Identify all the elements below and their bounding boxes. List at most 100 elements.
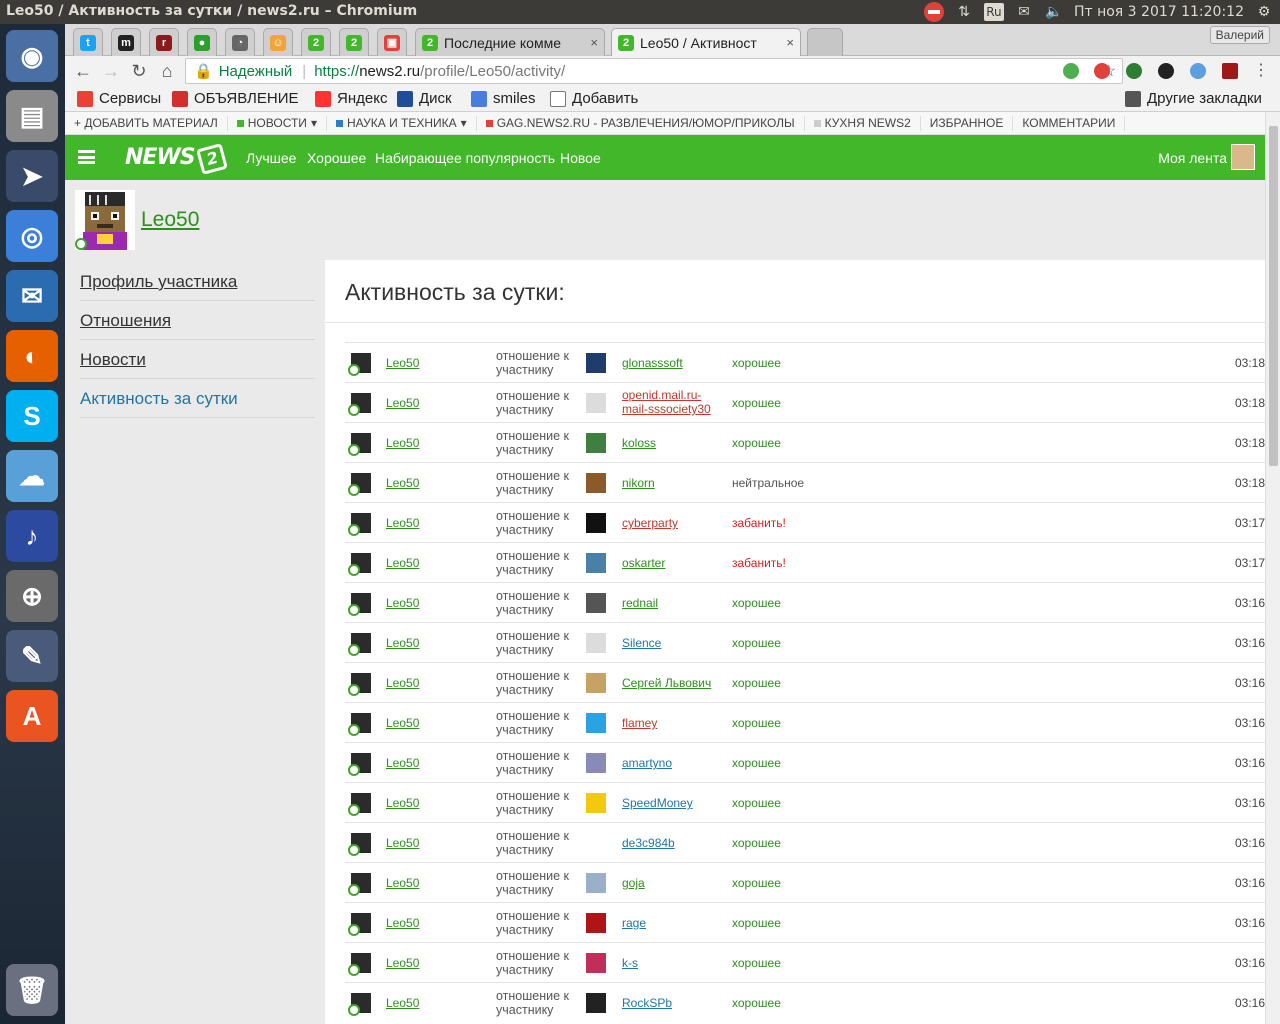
actor-link[interactable]: Leo50 — [386, 876, 419, 890]
actor-avatar[interactable] — [348, 873, 371, 896]
actor-avatar[interactable] — [348, 633, 371, 656]
browser-tab[interactable]: ● — [187, 28, 217, 56]
target-avatar[interactable] — [586, 713, 606, 733]
actor-link[interactable]: Leo50 — [386, 756, 419, 770]
header-nav-new[interactable]: Новое — [560, 150, 601, 166]
site-nav-item[interactable]: НОВОСТИ ▾ — [228, 115, 327, 131]
stop-indicator-icon[interactable] — [923, 2, 944, 22]
browser-tab[interactable]: t — [73, 28, 103, 56]
site-nav-item[interactable]: ИЗБРАННОЕ — [921, 115, 1014, 131]
actor-avatar[interactable] — [348, 713, 371, 736]
tab-close-icon[interactable]: × — [782, 35, 794, 50]
actor-avatar[interactable] — [348, 913, 371, 936]
bookmark-item[interactable]: smiles — [471, 90, 536, 107]
actor-link[interactable]: Leo50 — [386, 996, 419, 1010]
header-nav-best[interactable]: Лучшее — [246, 150, 296, 166]
thunderbird-icon[interactable]: ✉ — [6, 270, 58, 322]
target-avatar[interactable] — [586, 553, 606, 573]
target-user-link[interactable]: RockSPb — [622, 996, 722, 1010]
target-user-link[interactable]: SpeedMoney — [622, 796, 722, 810]
system-settings-icon[interactable]: ✎ — [6, 630, 58, 682]
target-avatar[interactable] — [586, 833, 606, 853]
extension-ublock-icon[interactable] — [1222, 63, 1238, 79]
target-user-link[interactable]: rednail — [622, 596, 722, 610]
target-avatar[interactable] — [586, 473, 606, 493]
actor-link[interactable]: Leo50 — [386, 676, 419, 690]
new-tab-button[interactable] — [807, 28, 843, 56]
actor-link[interactable]: Leo50 — [386, 636, 419, 650]
actor-link[interactable]: Leo50 — [386, 396, 419, 410]
target-avatar[interactable] — [586, 353, 606, 373]
user-name-link[interactable]: Leo50 — [141, 208, 199, 232]
target-user-link[interactable]: k-s — [622, 956, 722, 970]
reload-icon[interactable]: ↻ — [127, 59, 151, 83]
page-scrollbar[interactable] — [1265, 112, 1280, 1024]
target-avatar[interactable] — [586, 673, 606, 693]
actor-link[interactable]: Leo50 — [386, 516, 419, 530]
presentation-icon[interactable]: ➤ — [6, 150, 58, 202]
actor-link[interactable]: Leo50 — [386, 476, 419, 490]
side-menu-news[interactable]: Новости — [80, 340, 315, 379]
extension-menu-icon[interactable] — [1158, 63, 1174, 79]
browser-tab[interactable]: ☺ — [263, 28, 293, 56]
firefox-icon[interactable]: ◐ — [6, 330, 58, 382]
target-user-link[interactable]: openid.mail.ru-mail-sssociety30 — [622, 388, 722, 416]
browser-tab[interactable]: r — [149, 28, 179, 56]
target-avatar[interactable] — [586, 433, 606, 453]
scrollbar-thumb[interactable] — [1269, 126, 1278, 466]
extension-gplus-icon[interactable] — [1094, 63, 1110, 79]
site-nav-item[interactable]: GAG.NEWS2.RU - РАЗВЛЕЧЕНИЯ/ЮМОР/ПРИКОЛЫ — [477, 115, 805, 131]
home-icon[interactable]: ⌂ — [155, 59, 179, 83]
keyboard-layout-indicator[interactable]: Ru — [983, 3, 1004, 21]
site-nav-item[interactable]: + ДОБАВИТЬ МАТЕРИАЛ — [65, 115, 228, 131]
other-bookmarks-folder[interactable]: Другие закладки — [1125, 90, 1262, 107]
actor-avatar[interactable] — [348, 993, 371, 1016]
target-avatar[interactable] — [586, 873, 606, 893]
actor-avatar[interactable] — [348, 513, 371, 536]
side-menu-relations[interactable]: Отношения — [80, 301, 315, 340]
actor-avatar[interactable] — [348, 353, 371, 376]
header-nav-good[interactable]: Хорошее — [307, 150, 366, 166]
settings-gear-icon[interactable]: ⚙ — [1254, 2, 1274, 22]
target-avatar[interactable] — [586, 793, 606, 813]
target-avatar[interactable] — [586, 593, 606, 613]
site-nav-item[interactable]: КОММЕНТАРИИ — [1013, 115, 1126, 131]
extension-search-icon[interactable] — [1190, 63, 1206, 79]
side-menu-profile[interactable]: Профиль участника — [80, 262, 315, 301]
site-nav-item[interactable]: КУХНЯ NEWS2 — [805, 115, 921, 131]
actor-link[interactable]: Leo50 — [386, 836, 419, 850]
target-user-link[interactable]: cyberparty — [622, 516, 722, 530]
network-icon[interactable]: ⇅ — [954, 2, 974, 22]
actor-link[interactable]: Leo50 — [386, 716, 419, 730]
target-user-link[interactable]: amartyno — [622, 756, 722, 770]
chat-icon[interactable]: ☁ — [6, 450, 58, 502]
actor-avatar[interactable] — [348, 833, 371, 856]
target-avatar[interactable] — [586, 953, 606, 973]
tab-close-icon[interactable]: × — [586, 35, 598, 50]
browser-tab[interactable]: 2 — [339, 28, 369, 56]
extension-green-icon[interactable] — [1063, 63, 1079, 79]
audio-editor-icon[interactable]: ♪ — [6, 510, 58, 562]
target-avatar[interactable] — [586, 393, 606, 413]
actor-link[interactable]: Leo50 — [386, 596, 419, 610]
header-user-avatar[interactable] — [1231, 144, 1255, 170]
bookmark-item[interactable]: Сервисы — [77, 90, 161, 107]
header-nav-rising[interactable]: Набирающее популярность — [375, 150, 555, 166]
target-user-link[interactable]: de3c984b — [622, 836, 722, 850]
target-user-link[interactable]: oskarter — [622, 556, 722, 570]
actor-link[interactable]: Leo50 — [386, 436, 419, 450]
chromium-icon[interactable]: ◎ — [6, 210, 58, 262]
user-avatar[interactable] — [75, 190, 135, 250]
browser-tab[interactable]: ◔ — [225, 28, 255, 56]
browser-tab[interactable]: 2 — [301, 28, 331, 56]
actor-avatar[interactable] — [348, 753, 371, 776]
actor-link[interactable]: Leo50 — [386, 556, 419, 570]
actor-avatar[interactable] — [348, 593, 371, 616]
browser-tab[interactable]: 2 Последние комме × — [415, 28, 605, 56]
browser-tab[interactable]: 2 Leo50 / Активност × — [611, 28, 801, 56]
actor-link[interactable]: Leo50 — [386, 956, 419, 970]
site-logo[interactable]: NEWS 2 — [125, 143, 228, 175]
address-bar[interactable]: 🔒 Надежный | https://news2.ru/profile/Le… — [185, 58, 1123, 84]
extension-ghostery-icon[interactable] — [1126, 63, 1142, 79]
mail-icon[interactable]: ✉ — [1014, 2, 1034, 22]
